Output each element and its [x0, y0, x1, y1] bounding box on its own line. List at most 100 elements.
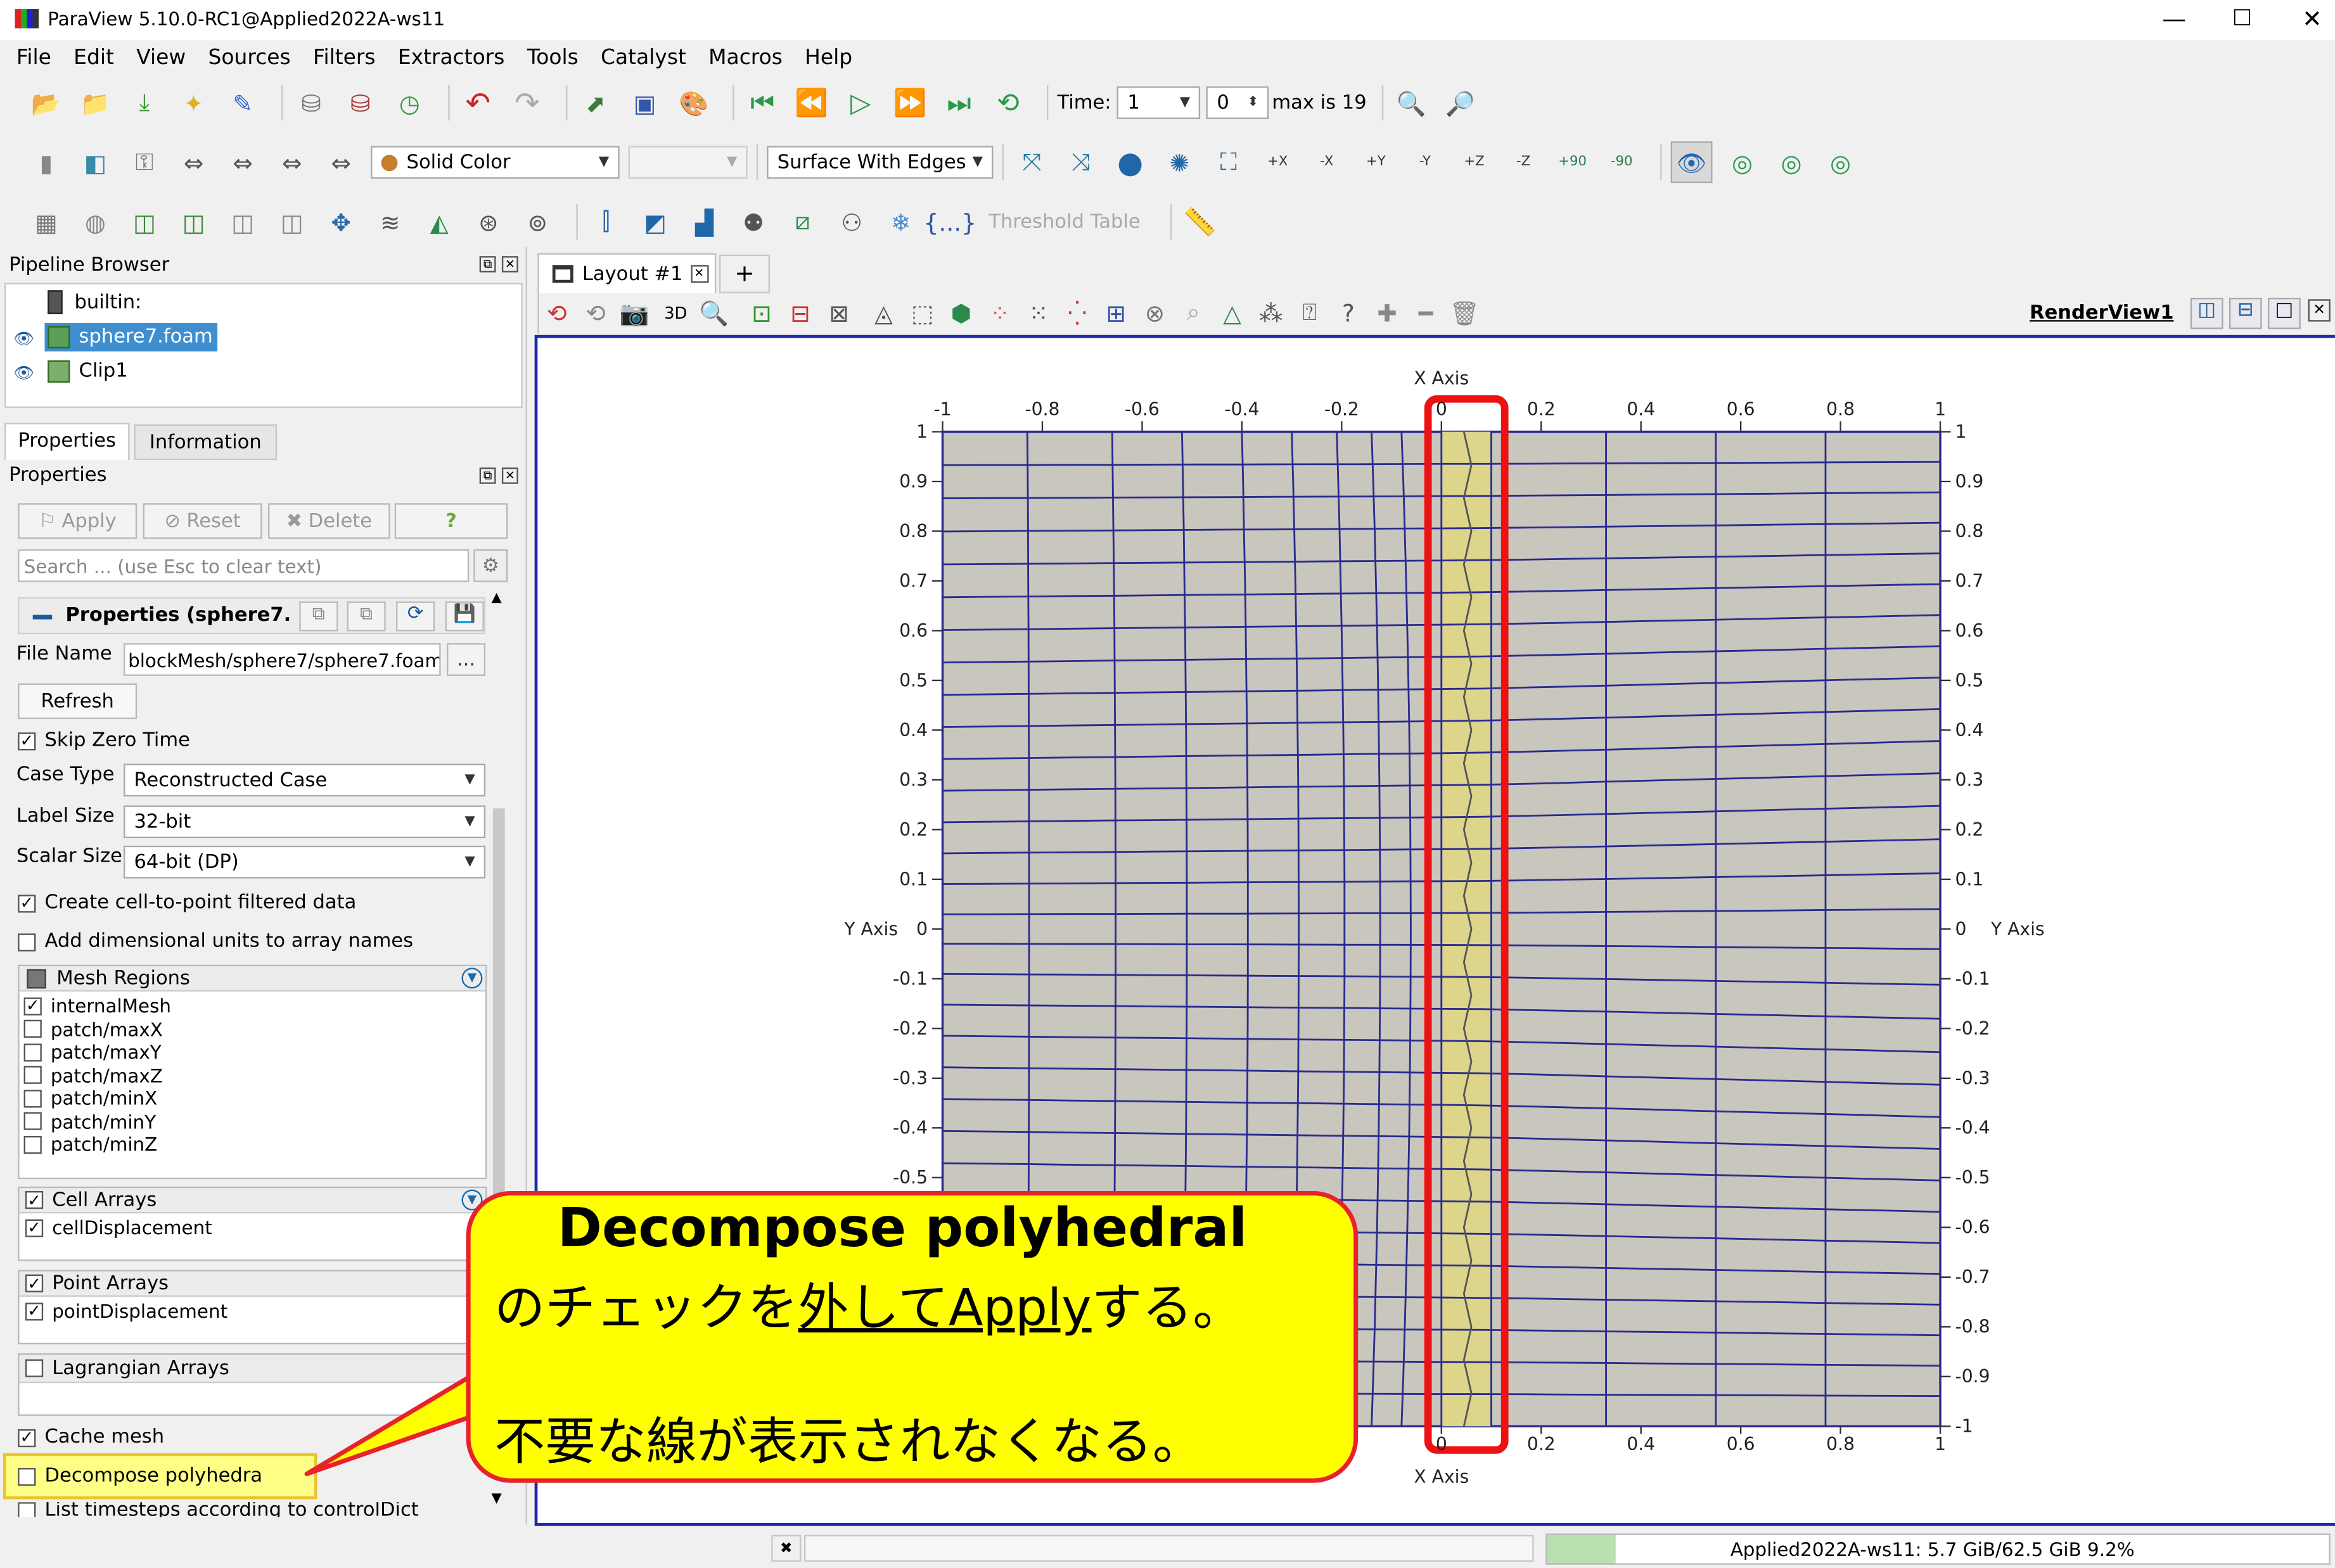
copy-icon[interactable]: ⧉: [299, 601, 338, 632]
list-item[interactable]: ✓ pointDisplacement: [25, 1300, 227, 1323]
view-minus-x-icon[interactable]: -X: [1307, 143, 1346, 182]
collapse-icon[interactable]: [32, 615, 53, 620]
rescale-icon[interactable]: ▮: [27, 143, 65, 182]
rotate-plus-90-icon[interactable]: +90: [1553, 143, 1592, 182]
view-plus-y-icon[interactable]: +Y: [1357, 143, 1395, 182]
menu-edit[interactable]: Edit: [74, 46, 114, 70]
eye-visible-icon[interactable]: 👁: [13, 329, 34, 348]
list-item[interactable]: patch/maxX: [23, 1017, 171, 1040]
zoom-box-icon[interactable]: ⛶: [1209, 143, 1248, 182]
clear-selection-icon[interactable]: 🗑: [1449, 293, 1480, 332]
memory-inspector[interactable]: Applied2022A-ws11: 5.7 GiB/62.5 GiB 9.2%: [1545, 1533, 2331, 1565]
checkbox-unchecked-icon[interactable]: [23, 1135, 42, 1154]
zoom-closest-icon[interactable]: 🔎: [1441, 84, 1480, 122]
disconnect-icon[interactable]: ⛁: [292, 84, 331, 122]
interactive-select-icon[interactable]: ⁛: [1063, 293, 1092, 332]
shrink-selection-icon[interactable]: ━: [1411, 293, 1441, 332]
clear-output-icon[interactable]: ✖: [771, 1534, 802, 1562]
reset-camera-icon[interactable]: ⤧: [1013, 143, 1051, 182]
connect-icon[interactable]: ✦: [174, 84, 213, 122]
pick-center-icon[interactable]: ◎: [1772, 143, 1811, 182]
previous-frame-icon[interactable]: ⏪: [792, 84, 831, 122]
checkbox-unchecked-icon[interactable]: [18, 1467, 36, 1486]
maximize-view-icon[interactable]: □: [2268, 297, 2301, 329]
reset-center-icon[interactable]: ◎: [1821, 143, 1860, 182]
pipeline-load-icon[interactable]: ✎: [224, 84, 262, 122]
checkbox-checked-icon[interactable]: ✓: [25, 1219, 44, 1237]
view-plus-x-icon[interactable]: +X: [1258, 143, 1297, 182]
pipeline-item-builtin[interactable]: builtin:: [48, 289, 141, 316]
reset-closest-icon[interactable]: ⤨: [1062, 143, 1101, 182]
checkbox-unchecked-icon[interactable]: [23, 1112, 42, 1131]
select-points-icon[interactable]: ⊟: [786, 293, 816, 332]
save-data-icon[interactable]: ⤓: [125, 84, 163, 122]
threshold-table-button[interactable]: Threshold Table: [988, 211, 1140, 233]
minimize-button[interactable]: —: [2162, 4, 2186, 33]
scroll-down-icon[interactable]: ▼: [491, 1492, 501, 1507]
select-polygon-cells-icon[interactable]: ⁘: [985, 293, 1014, 332]
list-item[interactable]: patch/minY: [23, 1110, 171, 1133]
checkbox-checked-icon[interactable]: ✓: [25, 1302, 44, 1320]
snowflake-icon[interactable]: ❄: [881, 203, 920, 241]
advanced-settings-icon[interactable]: ⚙: [473, 549, 508, 582]
close-panel-icon[interactable]: ✕: [501, 256, 518, 273]
play-icon[interactable]: ▷: [841, 84, 880, 122]
threshold-icon[interactable]: ◫: [224, 203, 262, 241]
select-cells-through-icon[interactable]: ◬: [869, 293, 899, 332]
apply-button[interactable]: ⚐ Apply: [18, 503, 138, 539]
paste-icon[interactable]: ⧉: [347, 601, 386, 632]
plot-over-line-icon[interactable]: ⫿: [587, 203, 625, 241]
checkbox-unchecked-icon[interactable]: [25, 1359, 44, 1377]
component-combo[interactable]: ▼: [628, 146, 748, 179]
decompose-polyhedra-checkbox[interactable]: Decompose polyhedra: [18, 1465, 262, 1488]
server-icon[interactable]: ⛁: [341, 84, 380, 122]
maximize-button[interactable]: ☐: [2232, 4, 2253, 31]
first-frame-icon[interactable]: ⏮: [743, 84, 782, 122]
ruler-icon[interactable]: 📏: [1180, 203, 1219, 241]
python-braces-icon[interactable]: {...}: [923, 203, 976, 241]
split-vertical-icon[interactable]: ⊟: [2229, 297, 2262, 329]
hover-cells-icon[interactable]: ⊞: [1101, 293, 1131, 332]
zoom-data-icon[interactable]: 🔍: [1392, 84, 1431, 122]
loop-icon[interactable]: ⟲: [988, 84, 1027, 122]
open-folder-icon[interactable]: 📂: [27, 84, 65, 122]
spin-arrows-icon[interactable]: ⬍: [1247, 95, 1258, 110]
color-by-combo[interactable]: Solid Color ▼: [371, 146, 620, 179]
undo-icon[interactable]: ↶: [459, 84, 497, 122]
pipeline-item-sphere7[interactable]: sphere7.foam: [44, 322, 217, 352]
browse-button[interactable]: ...: [447, 643, 486, 676]
rescale-custom-icon[interactable]: ⇔: [224, 143, 262, 182]
next-frame-icon[interactable]: ⏩: [890, 84, 929, 122]
close-view-icon[interactable]: ✕: [2308, 299, 2331, 322]
scalar-bar-icon[interactable]: ⚿: [125, 143, 163, 182]
rotate-minus-90-icon[interactable]: -90: [1603, 143, 1641, 182]
extract-subset-icon[interactable]: ◫: [272, 203, 311, 241]
zoom-to-box-icon[interactable]: ✺: [1160, 143, 1199, 182]
float-panel-icon[interactable]: ⧉: [479, 467, 496, 484]
close-panel-icon[interactable]: ✕: [501, 467, 518, 484]
glyph-icon[interactable]: ✥: [322, 203, 361, 241]
select-cells-icon[interactable]: ⊡: [746, 293, 776, 332]
camera-redo-icon[interactable]: ▣: [625, 84, 664, 122]
close-tab-icon[interactable]: ✕: [690, 265, 708, 283]
help-button[interactable]: ?: [394, 503, 508, 539]
color-palette-icon[interactable]: 🎨: [675, 84, 713, 122]
auto-apply-icon[interactable]: ◷: [390, 84, 429, 122]
query-icon[interactable]: ?: [1333, 293, 1363, 332]
checkbox-checked-icon[interactable]: ✓: [25, 1274, 44, 1292]
last-frame-icon[interactable]: ⏭: [940, 84, 978, 122]
add-layout-tab[interactable]: +: [719, 254, 770, 293]
slice-icon[interactable]: ◫: [174, 203, 213, 241]
search-input[interactable]: Search ... (use Esc to clear text): [18, 549, 470, 582]
extract-selection-icon[interactable]: ⌕: [1179, 293, 1208, 332]
split-horizontal-icon[interactable]: ◫: [2190, 297, 2223, 329]
checkbox-unchecked-icon[interactable]: [23, 1089, 42, 1107]
pipeline-item-clip1[interactable]: Clip1: [48, 357, 128, 386]
checkbox-unchecked-icon[interactable]: [23, 1043, 42, 1061]
eye-visible-icon[interactable]: 👁: [13, 363, 34, 383]
rescale-visible-icon[interactable]: ⇔: [322, 143, 361, 182]
layout-tab[interactable]: Layout #1 ✕: [537, 253, 717, 293]
checkbox-checked-icon[interactable]: ✓: [18, 894, 36, 912]
python-calculator-icon[interactable]: ⧄: [783, 203, 822, 241]
file-name-field[interactable]: blockMesh/sphere7/sphere7.foam: [124, 643, 441, 676]
